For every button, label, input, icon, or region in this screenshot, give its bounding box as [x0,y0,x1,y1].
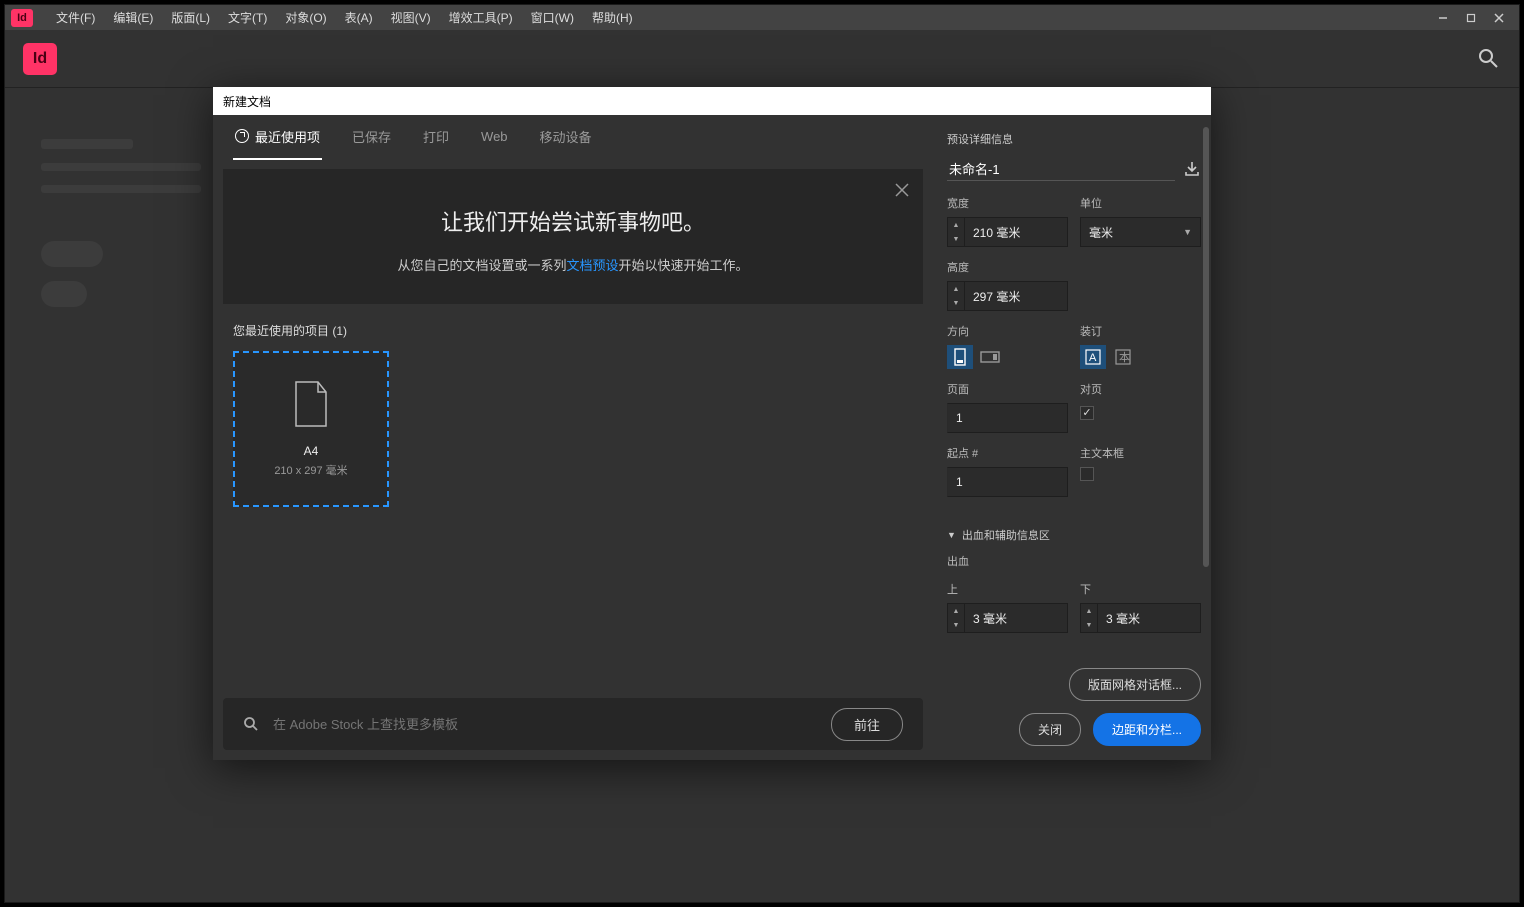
recent-label: 您最近使用的项目 (1) [233,322,913,339]
orientation-landscape-button[interactable] [977,345,1003,369]
stock-search-input[interactable] [273,717,817,732]
width-label: 宽度 [947,195,1068,211]
tab-recent[interactable]: 最近使用项 [233,115,322,160]
home-placeholder [41,139,201,321]
margins-columns-button[interactable]: 边距和分栏... [1093,713,1201,746]
bleed-bottom-input[interactable]: ▲▼ 3 毫米 [1080,603,1201,633]
new-document-dialog: 新建文档 最近使用项 已保存 打印 Web 移动设备 [213,87,1211,760]
height-input[interactable]: ▲▼ 297 毫米 [947,281,1068,311]
width-step-up[interactable]: ▲ [948,218,964,232]
save-preset-button[interactable] [1183,160,1201,178]
minimize-button[interactable] [1429,8,1457,28]
primary-text-frame-label: 主文本框 [1080,445,1201,461]
facing-pages-checkbox[interactable] [1080,406,1094,420]
toolbar: Id [5,30,1519,88]
unit-value: 毫米 [1089,224,1113,241]
orientation-label: 方向 [947,323,1068,339]
start-page-label: 起点 # [947,445,1068,461]
hero-banner: 让我们开始尝试新事物吧。 从您自己的文档设置或一系列文档预设开始以快速开始工作。 [223,169,923,304]
height-label: 高度 [947,259,1068,275]
chevron-down-icon: ▼ [1183,227,1192,237]
hero-sub-post: 开始以快速开始工作。 [619,258,749,273]
facing-pages-label: 对页 [1080,381,1201,397]
hero-preset-link[interactable]: 文档预设 [566,258,618,273]
bleed-bottom-label: 下 [1080,581,1201,597]
bleed-bottom-value[interactable]: 3 毫米 [1098,603,1201,633]
unit-label: 单位 [1080,195,1201,211]
search-icon [243,716,259,732]
menu-object[interactable]: 对象(O) [276,5,335,30]
menu-layout[interactable]: 版面(L) [162,5,219,30]
bleed-label: 出血 [947,553,1201,569]
menu-file[interactable]: 文件(F) [47,5,104,30]
category-tabs: 最近使用项 已保存 打印 Web 移动设备 [213,115,933,159]
start-page-value[interactable]: 1 [947,467,1068,497]
menubar: Id 文件(F) 编辑(E) 版面(L) 文字(T) 对象(O) 表(A) 视图… [5,5,1519,30]
tab-saved[interactable]: 已保存 [350,115,393,160]
preset-details-panel: 预设详细信息 宽度 ▲▼ 210 毫米 [933,115,1211,760]
menu-help[interactable]: 帮助(H) [583,5,642,30]
app-logo-icon: Id [11,9,33,27]
document-name-input[interactable] [947,157,1175,181]
page-icon [292,380,330,428]
menu-window[interactable]: 窗口(W) [522,5,583,30]
bleed-section-label: 出血和辅助信息区 [962,527,1050,543]
bleed-top-label: 上 [947,581,1068,597]
preset-details-header: 预设详细信息 [947,131,1201,147]
maximize-button[interactable] [1457,8,1485,28]
bleed-section-toggle[interactable]: ▼ 出血和辅助信息区 [947,527,1201,543]
dialog-title: 新建文档 [213,87,1211,115]
menu-plugins[interactable]: 增效工具(P) [440,5,522,30]
bleed-top-value[interactable]: 3 毫米 [965,603,1068,633]
height-step-up[interactable]: ▲ [948,282,964,296]
tab-recent-label: 最近使用项 [255,127,320,146]
height-step-down[interactable]: ▼ [948,296,964,310]
layout-grid-button[interactable]: 版面网格对话框... [1069,668,1201,701]
width-value[interactable]: 210 毫米 [965,217,1068,247]
primary-text-frame-checkbox[interactable] [1080,467,1094,481]
stock-go-button[interactable]: 前往 [831,708,903,741]
svg-text:A: A [1089,352,1097,364]
hero-close-button[interactable] [895,183,909,197]
menu-type[interactable]: 文字(T) [219,5,276,30]
id-logo-icon: Id [23,43,57,75]
binding-label: 装订 [1080,323,1201,339]
menu-table[interactable]: 表(A) [336,5,382,30]
width-input[interactable]: ▲▼ 210 毫米 [947,217,1068,247]
hero-sub-pre: 从您自己的文档设置或一系列 [397,258,566,273]
width-step-down[interactable]: ▼ [948,232,964,246]
close-window-button[interactable] [1485,8,1513,28]
bleed-top-step-up[interactable]: ▲ [948,604,964,618]
height-value[interactable]: 297 毫米 [965,281,1068,311]
menu-view[interactable]: 视图(V) [382,5,440,30]
preset-card-a4[interactable]: A4 210 x 297 毫米 [233,351,389,507]
tab-mobile[interactable]: 移动设备 [538,115,594,160]
preset-dimensions: 210 x 297 毫米 [274,462,347,478]
scrollbar[interactable] [1203,127,1209,597]
menu-edit[interactable]: 编辑(E) [104,5,162,30]
preset-name: A4 [304,444,319,458]
chevron-down-icon: ▼ [947,530,956,540]
tab-web[interactable]: Web [479,117,510,158]
close-button[interactable]: 关闭 [1019,713,1081,746]
clock-icon [235,129,249,143]
pages-input[interactable]: 1 [947,403,1068,433]
start-page-input[interactable]: 1 [947,467,1068,497]
pages-label: 页面 [947,381,1068,397]
hero-subtitle: 从您自己的文档设置或一系列文档预设开始以快速开始工作。 [243,255,903,274]
unit-select[interactable]: 毫米 ▼ [1080,217,1201,247]
bleed-bottom-step-up[interactable]: ▲ [1081,604,1097,618]
binding-rtl-button[interactable]: 本 [1110,345,1136,369]
stock-search-bar: 前往 [223,698,923,750]
bleed-top-step-down[interactable]: ▼ [948,618,964,632]
orientation-portrait-button[interactable] [947,345,973,369]
hero-title: 让我们开始尝试新事物吧。 [243,205,903,237]
binding-ltr-button[interactable]: A [1080,345,1106,369]
search-button[interactable] [1477,47,1501,71]
tab-print[interactable]: 打印 [421,115,451,160]
bleed-top-input[interactable]: ▲▼ 3 毫米 [947,603,1068,633]
bleed-bottom-step-down[interactable]: ▼ [1081,618,1097,632]
svg-text:本: 本 [1119,350,1130,364]
pages-value[interactable]: 1 [947,403,1068,433]
